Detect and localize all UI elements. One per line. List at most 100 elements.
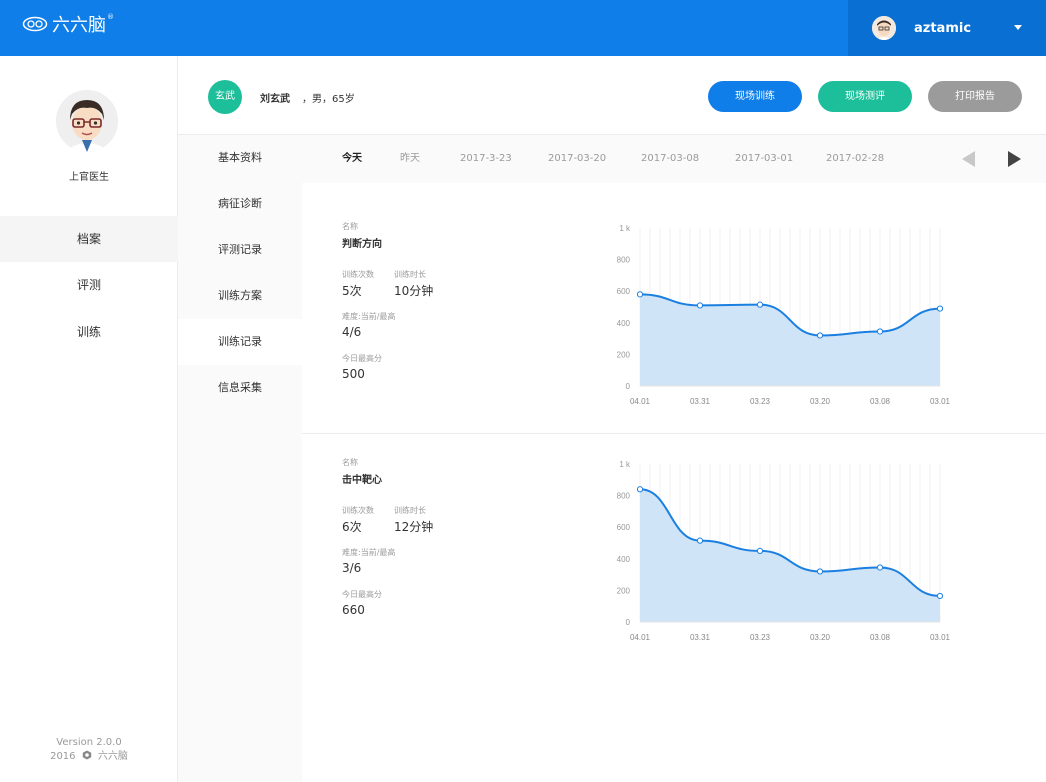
sidebar-item-training[interactable]: 训练 [0, 309, 178, 355]
onsite-eval-button[interactable]: 现场测评 [818, 81, 912, 112]
training-duration: 10分钟 [394, 284, 434, 298]
score-area-chart: 0 200 400 600 800 1 k 04.01 03.31 03.23 03.20 03.0… [617, 224, 951, 406]
patient-name: 刘玄武 [260, 94, 290, 105]
subnav-item-training-records[interactable]: 训练记录 [178, 319, 302, 365]
sidebar-item-records[interactable]: 档案 [0, 216, 178, 262]
x-tick-label: 03.31 [690, 633, 711, 642]
y-tick-label: 400 [617, 555, 631, 564]
best-score-value: 500 [342, 367, 365, 381]
data-point [876, 328, 884, 335]
duration-label: 训练时长 [394, 270, 426, 279]
best-score-label: 今日最高分 [342, 354, 382, 363]
data-point [816, 568, 824, 575]
y-tick-label: 400 [617, 319, 631, 328]
y-tick-label: 600 [617, 523, 631, 532]
training-name: 击中靶心 [342, 475, 382, 486]
patient-avatar-badge: 玄武 [208, 80, 242, 114]
data-point [636, 486, 644, 493]
count-label: 训练次数 [342, 270, 374, 279]
difficulty-label: 难度:当前/最高 [342, 312, 396, 321]
x-tick-label: 03.31 [690, 397, 711, 406]
data-point [696, 537, 704, 544]
tab-date[interactable]: 2017-3-23 [460, 135, 512, 183]
data-point [696, 302, 704, 309]
registered-icon: ® [107, 13, 114, 21]
tab-date-today[interactable]: 今天 [342, 135, 362, 183]
sidebar: 上官医生 档案 评测 训练 Version 2.0.0 2016 六六脑 [0, 56, 178, 782]
data-point [756, 301, 764, 308]
training-record-card: 名称 判断方向 训练次数 训练时长 5次 10分钟 难度:当前/最高 4/6 今… [302, 183, 1046, 434]
user-menu[interactable]: aztamic [848, 0, 1046, 56]
tab-date[interactable]: 2017-03-01 [735, 135, 793, 183]
app-logo[interactable]: 六六脑 ® [22, 12, 114, 36]
data-point [756, 547, 764, 555]
x-tick-label: 03.01 [930, 633, 951, 642]
x-tick-label: 03.01 [930, 397, 951, 406]
x-tick-label: 04.01 [630, 633, 651, 642]
difficulty-value: 3/6 [342, 561, 362, 575]
x-tick-label: 03.08 [870, 633, 891, 642]
y-tick-label: 800 [617, 256, 631, 265]
brand-hex-icon [82, 750, 91, 760]
training-count: 6次 [342, 520, 362, 534]
x-tick-label: 03.23 [750, 633, 771, 642]
duration-label: 训练时长 [394, 506, 426, 515]
sidebar-item-evaluation[interactable]: 评测 [0, 262, 178, 308]
subnav-item-diagnosis[interactable]: 病征诊断 [178, 181, 302, 227]
tab-date[interactable]: 2017-03-20 [548, 135, 606, 183]
x-tick-label: 03.20 [810, 633, 831, 642]
training-record-card: 名称 击中靶心 训练次数 训练时长 6次 12分钟 难度:当前/最高 3/6 今… [302, 435, 1046, 686]
x-tick-label: 04.01 [630, 397, 651, 406]
best-score-label: 今日最高分 [342, 590, 382, 599]
y-tick-label: 200 [617, 350, 631, 359]
brain-logo-icon [22, 16, 48, 32]
version-info: Version 2.0.0 2016 六六脑 [0, 736, 178, 764]
subnav-item-eval-records[interactable]: 评测记录 [178, 227, 302, 273]
print-report-button[interactable]: 打印报告 [928, 81, 1022, 112]
subnav-item-training-plan[interactable]: 训练方案 [178, 273, 302, 319]
subnav-item-info-collection[interactable]: 信息采集 [178, 365, 302, 411]
doctor-avatar-icon [56, 90, 118, 152]
y-tick-label: 200 [617, 586, 631, 595]
top-bar: 六六脑 ® aztamic [0, 0, 1046, 56]
copyright-year: 2016 [50, 751, 76, 762]
tab-date-yesterday[interactable]: 昨天 [400, 135, 420, 183]
x-tick-label: 03.08 [870, 397, 891, 406]
y-tick-label: 0 [626, 618, 631, 627]
difficulty-label: 难度:当前/最高 [342, 548, 396, 557]
y-tick-label: 1 k [619, 224, 631, 233]
data-point [876, 564, 884, 571]
y-tick-label: 600 [617, 287, 631, 296]
version-text: Version 2.0.0 [56, 737, 122, 748]
record-subnav: 基本资料 病征诊断 评测记录 训练方案 训练记录 信息采集 [178, 135, 302, 782]
onsite-training-button[interactable]: 现场训练 [708, 81, 802, 112]
doctor-avatar [56, 90, 118, 152]
data-point [936, 592, 944, 600]
name-label: 名称 [342, 458, 358, 467]
tab-date[interactable]: 2017-02-28 [826, 135, 884, 183]
copyright-name: 六六脑 [97, 751, 128, 762]
data-point [636, 291, 644, 298]
copyright: 2016 六六脑 [0, 750, 178, 764]
data-point [816, 332, 824, 339]
y-tick-label: 1 k [619, 460, 631, 469]
patient-header: 玄武 刘玄武 ，男，65岁 现场训练 现场测评 打印报告 [178, 56, 1046, 135]
doctor-name: 上官医生 [69, 172, 109, 183]
training-duration: 12分钟 [394, 520, 434, 534]
name-label: 名称 [342, 222, 358, 231]
best-score-value: 660 [342, 603, 365, 617]
next-arrow-icon[interactable] [1008, 151, 1021, 167]
app-logo-text: 六六脑 [52, 15, 106, 36]
chevron-down-icon[interactable] [1014, 25, 1022, 30]
x-tick-label: 03.20 [810, 397, 831, 406]
training-count: 5次 [342, 284, 362, 298]
count-label: 训练次数 [342, 506, 374, 515]
tab-date[interactable]: 2017-03-08 [641, 135, 699, 183]
date-tab-bar: 今天 昨天 2017-3-23 2017-03-20 2017-03-08 20… [302, 135, 1046, 183]
subnav-item-basic-info[interactable]: 基本资料 [178, 135, 302, 181]
data-point [936, 305, 944, 312]
user-name: aztamic [914, 20, 972, 36]
training-name: 判断方向 [342, 239, 382, 250]
prev-arrow-icon[interactable] [962, 151, 975, 167]
y-tick-label: 0 [626, 382, 631, 391]
